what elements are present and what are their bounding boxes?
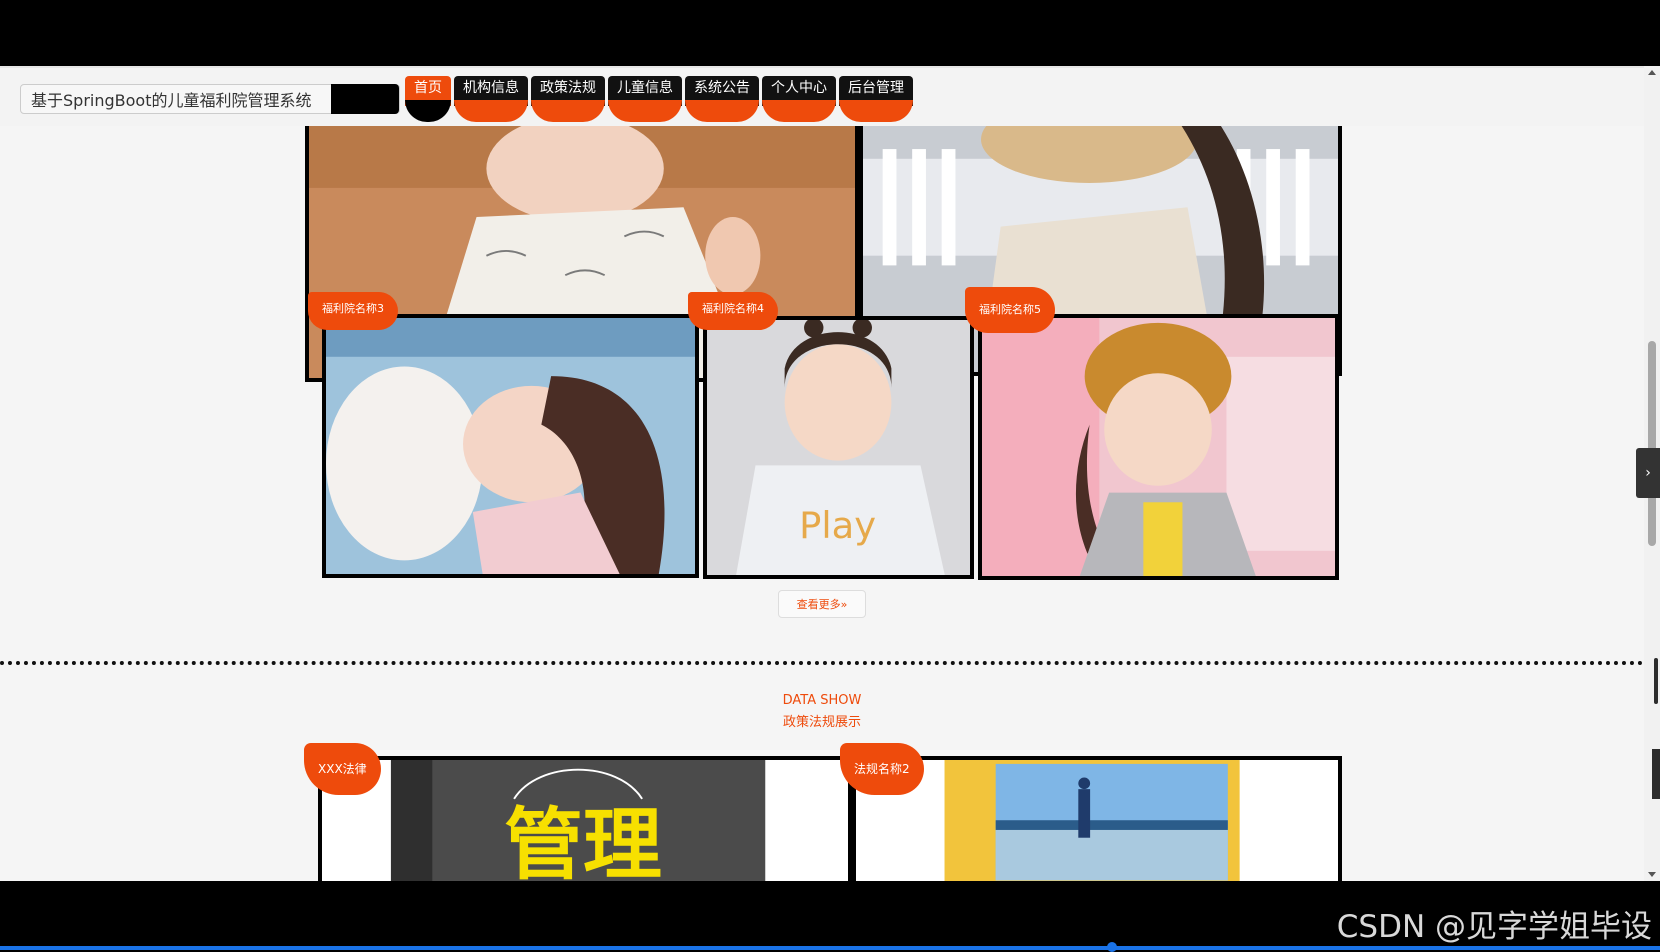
- scroll-up-arrow-icon[interactable]: [1648, 70, 1656, 75]
- section-divider: [0, 661, 1644, 665]
- data-show-title-en: DATA SHOW: [782, 693, 862, 708]
- site-title-box[interactable]: 基于SpringBoot的儿童福利院管理系统: [20, 84, 400, 114]
- nav-admin[interactable]: 后台管理: [839, 76, 913, 122]
- side-marker: [1654, 658, 1658, 704]
- top-black-bar: [0, 0, 1660, 66]
- nav-announcement[interactable]: 系统公告: [685, 76, 759, 122]
- data-show-title-cn: 政策法规展示: [782, 715, 861, 730]
- svg-text:管理: 管理: [504, 800, 662, 881]
- view-more-button[interactable]: 查看更多»: [778, 590, 866, 618]
- orphanage-photo-5[interactable]: [978, 314, 1339, 580]
- orphanage-label-3: 福利院名称3: [308, 292, 398, 330]
- nav-institution-info[interactable]: 机构信息: [454, 76, 528, 122]
- law-card-1[interactable]: 管理: [318, 756, 852, 881]
- law-card-2[interactable]: [852, 756, 1342, 881]
- nav-children-info[interactable]: 儿童信息: [608, 76, 682, 122]
- orphanage-photo-3[interactable]: [322, 314, 699, 578]
- orphanage-label-4: 福利院名称4: [688, 292, 778, 330]
- side-panel-toggle-chevron-icon[interactable]: ›: [1636, 448, 1660, 498]
- scrollbar-thumb[interactable]: [1648, 341, 1656, 546]
- bottom-black-bar: CSDN @见字学姐毕设: [0, 881, 1660, 952]
- nav-policy[interactable]: 政策法规: [531, 76, 605, 122]
- svg-text:Play: Play: [799, 504, 876, 547]
- csdn-watermark: CSDN @见字学姐毕设: [1336, 909, 1652, 945]
- side-tab[interactable]: [1652, 749, 1660, 799]
- progress-handle[interactable]: [1107, 942, 1117, 952]
- site-title: 基于SpringBoot的儿童福利院管理系统: [31, 91, 312, 110]
- law-label-2: 法规名称2: [840, 743, 924, 795]
- search-block: [331, 84, 399, 114]
- nav-personal-center[interactable]: 个人中心: [762, 76, 836, 122]
- orphanage-label-5: 福利院名称5: [965, 287, 1055, 333]
- browser-viewport: 基于SpringBoot的儿童福利院管理系统 首页 机构信息 政策法规 儿童信息…: [0, 66, 1660, 881]
- law-label-1: XXX法律: [304, 743, 381, 795]
- nav-home[interactable]: 首页: [405, 76, 451, 122]
- site-header: 基于SpringBoot的儿童福利院管理系统 首页 机构信息 政策法规 儿童信息…: [0, 66, 1644, 126]
- orphanage-photo-4[interactable]: Play: [703, 316, 974, 579]
- main-nav: 首页 机构信息 政策法规 儿童信息 系统公告 个人中心 后台管理: [405, 76, 916, 122]
- scroll-down-arrow-icon[interactable]: [1648, 872, 1656, 877]
- video-progress-bar[interactable]: [0, 942, 1660, 952]
